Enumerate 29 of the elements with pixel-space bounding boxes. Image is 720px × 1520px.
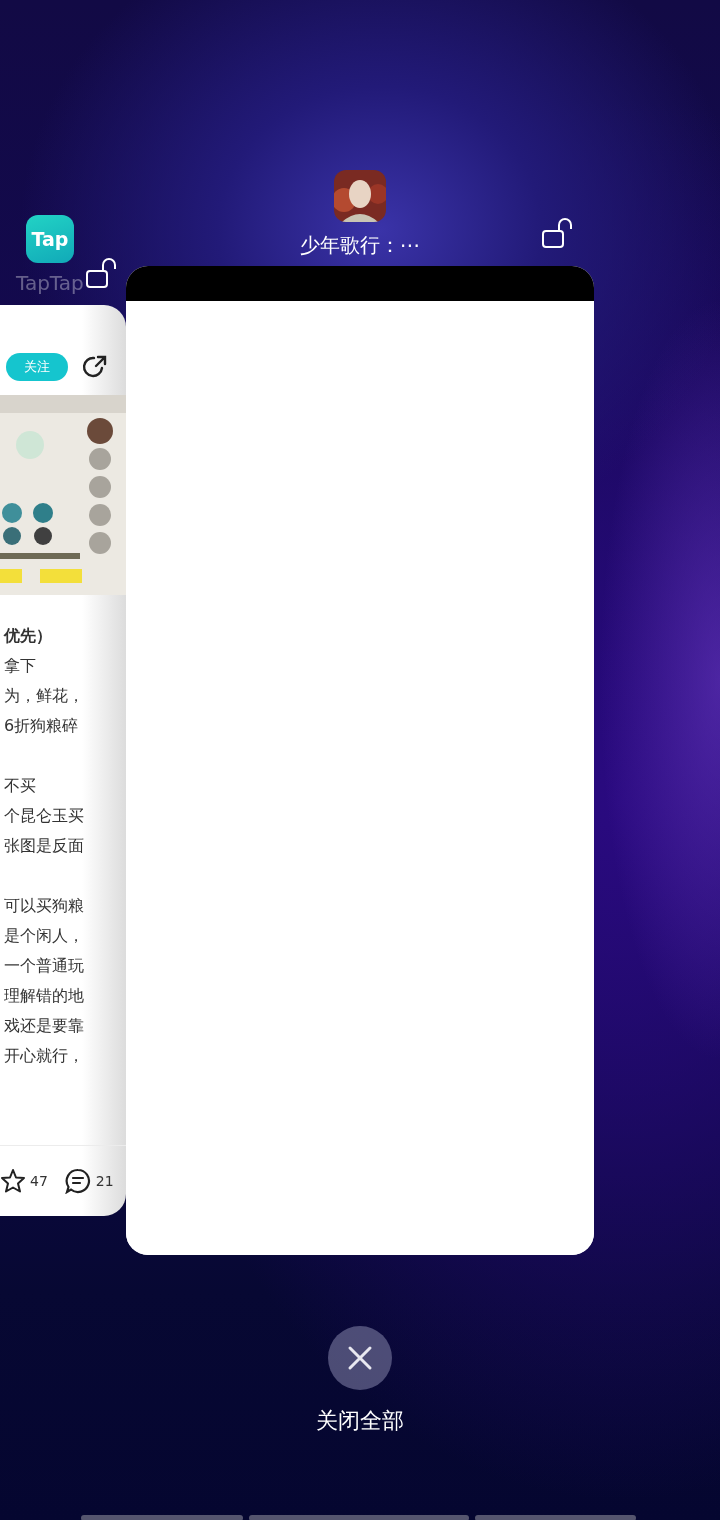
post-text-line: 一个普通玩 <box>4 955 85 977</box>
app-icon[interactable] <box>334 170 386 222</box>
share-icon[interactable] <box>82 354 108 380</box>
post-text-line: 张图是反面 <box>4 835 85 857</box>
app-name: TapTap <box>16 271 84 295</box>
favorite-count: 47 <box>30 1173 48 1189</box>
star-icon[interactable] <box>0 1168 26 1194</box>
close-all-label: 关闭全部 <box>316 1407 404 1435</box>
post-text-line: 是个闲人， <box>4 925 85 947</box>
comment-icon[interactable] <box>63 1168 92 1194</box>
post-text-line: 理解错的地 <box>4 985 85 1007</box>
app-card[interactable] <box>126 266 594 1255</box>
app-name: 少年歌行：⋯ <box>300 232 420 259</box>
post-text-line: 为，鲜花， <box>4 685 85 707</box>
app-icon[interactable]: Tap <box>25 215 74 263</box>
app-card[interactable]: 关注 优先） 拿下 为，鲜花， 6折狗粮碎 不买 个昆仑玉买 张图是反面 可以买狗粮 是个闲人， 一个普通玩 理解错的地 戏还是要靠 开心就行， 47 21 <box>0 305 126 1216</box>
post-text-line: 个昆仑玉买 <box>4 805 85 827</box>
post-text-line: 不买 <box>4 775 37 797</box>
post-text-line: 戏还是要靠 <box>4 1015 85 1037</box>
post-text-line: 6折狗粮碎 <box>4 715 80 737</box>
close-icon <box>346 1344 374 1372</box>
lock-open-icon[interactable] <box>540 216 574 250</box>
post-text-line: 拿下 <box>4 655 37 677</box>
follow-button[interactable]: 关注 <box>6 353 68 381</box>
post-text-line: 可以买狗粮 <box>4 895 85 917</box>
post-text-line: 开心就行， <box>4 1045 85 1067</box>
comment-count: 21 <box>95 1173 114 1189</box>
post-heading: 优先） <box>4 625 53 647</box>
lock-open-icon[interactable] <box>84 256 118 290</box>
